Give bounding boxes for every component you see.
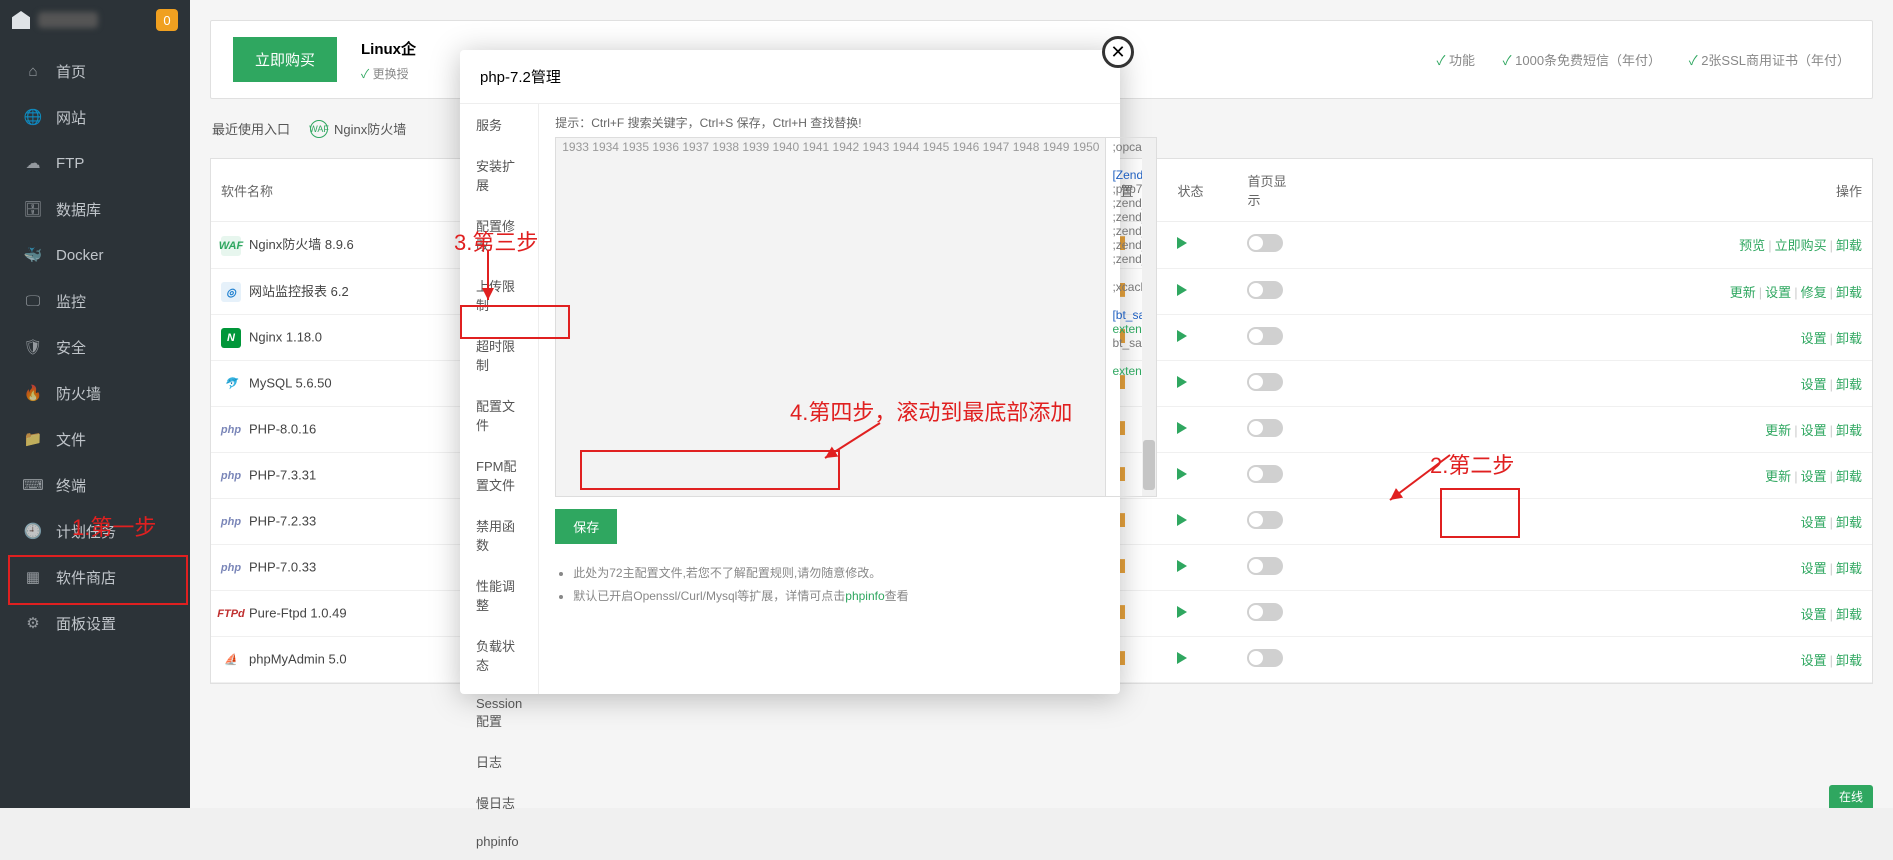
config-editor[interactable]: 1933 1934 1935 1936 1937 1938 1939 1940 … [555,137,1157,497]
modal-tab[interactable]: 性能调整 [460,565,538,625]
modal-tab[interactable]: Session配置 [460,685,538,741]
modal-tab-list: 服务安装扩展配置修改上传限制超时限制配置文件FPM配置文件禁用函数性能调整负载状… [460,104,539,694]
scrollbar-thumb[interactable] [1143,440,1155,490]
online-badge[interactable]: 在线 [1829,785,1873,808]
modal-tab[interactable]: 超时限制 [460,325,538,385]
modal-tab[interactable]: 慢日志 [460,782,538,823]
modal-tab[interactable]: 安装扩展 [460,145,538,205]
modal-tab[interactable]: 禁用函数 [460,505,538,565]
modal-tab[interactable]: 日志 [460,741,538,782]
modal-title: php-7.2管理 [460,50,1120,104]
note-1: 此处为72主配置文件,若您不了解配置规则,请勿随意修改。 [573,564,1157,581]
save-button[interactable]: 保存 [555,509,617,544]
editor-gutter: 1933 1934 1935 1936 1937 1938 1939 1940 … [556,138,1106,496]
modal-tab[interactable]: phpinfo [460,823,538,860]
modal-tab[interactable]: 配置修改 [460,205,538,265]
modal-tab[interactable]: 负载状态 [460,625,538,685]
modal-content: 提示：Ctrl+F 搜索关键字，Ctrl+S 保存，Ctrl+H 查找替换! 1… [539,104,1173,694]
editor-tip: 提示：Ctrl+F 搜索关键字，Ctrl+S 保存，Ctrl+H 查找替换! [555,114,1157,131]
modal-tab[interactable]: 配置文件 [460,385,538,445]
close-icon[interactable]: ✕ [1102,36,1134,68]
php-manage-modal: ✕ php-7.2管理 服务安装扩展配置修改上传限制超时限制配置文件FPM配置文… [460,50,1120,694]
phpinfo-link[interactable]: phpinfo [845,589,884,603]
modal-tab[interactable]: 上传限制 [460,265,538,325]
note-2: 默认已开启Openssl/Curl/Mysql等扩展，详情可点击phpinfo查… [573,587,1157,604]
modal-tab[interactable]: 服务 [460,104,538,145]
editor-notes: 此处为72主配置文件,若您不了解配置规则,请勿随意修改。 默认已开启Openss… [555,558,1157,610]
modal-tab[interactable]: FPM配置文件 [460,445,538,505]
